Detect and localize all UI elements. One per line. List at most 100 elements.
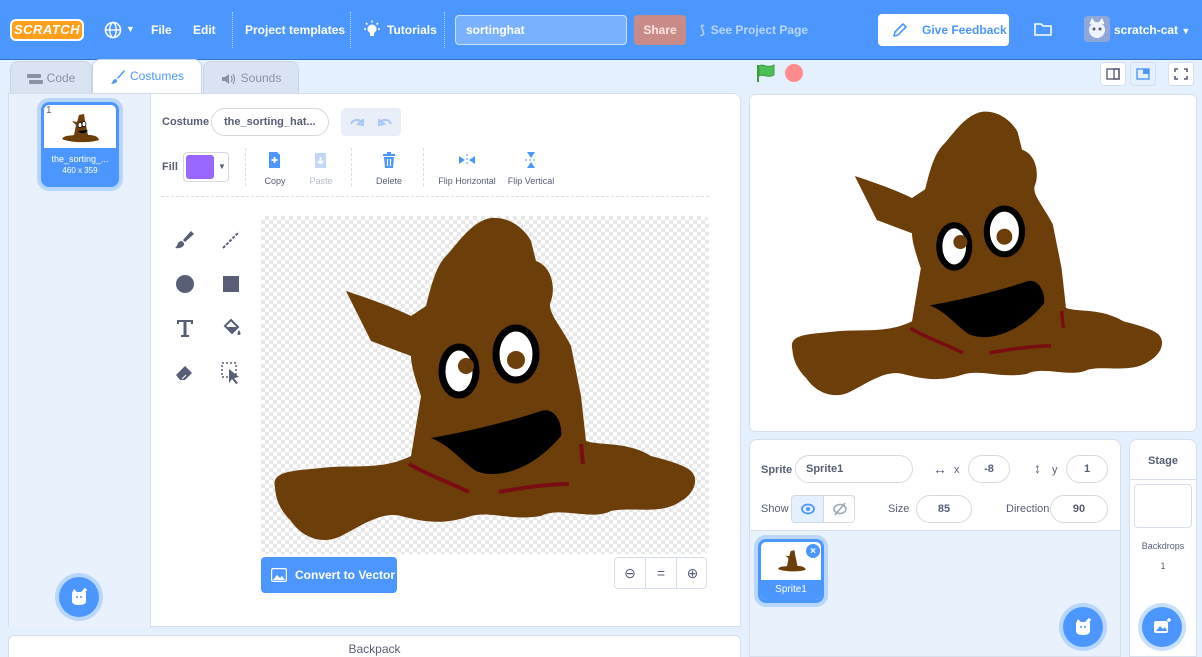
select-tool[interactable] [217, 358, 245, 386]
line-icon [222, 231, 240, 249]
zoom-reset-button[interactable]: = [646, 558, 677, 588]
username-label: scratch-cat [1114, 23, 1179, 37]
flip-vertical-label: Flip Vertical [507, 176, 555, 186]
size-label: Size [888, 503, 910, 515]
x-label: x [954, 464, 960, 476]
see-project-page-label: See Project Page [710, 23, 809, 37]
flip-horizontal-icon [459, 154, 475, 166]
paste-button[interactable]: Paste [304, 150, 338, 186]
brush-tool[interactable] [171, 226, 199, 254]
tab-costumes[interactable]: Costumes [92, 59, 202, 93]
fullscreen-button[interactable] [1168, 62, 1194, 86]
edit-menu[interactable]: Edit [193, 0, 216, 60]
rectangle-tool[interactable] [217, 270, 245, 298]
convert-to-vector-button[interactable]: Convert to Vector [261, 557, 397, 593]
convert-to-vector-label: Convert to Vector [295, 568, 396, 582]
copy-button[interactable]: Copy [258, 150, 292, 186]
costume-list: 1 the_sorting_... 460 x 359 [9, 94, 151, 628]
redo-button[interactable] [371, 108, 401, 136]
rectangle-icon [223, 276, 239, 292]
paint-bucket-icon [223, 318, 241, 335]
choose-backdrop-button[interactable] [1142, 607, 1182, 647]
tab-code-label: Code [46, 71, 76, 85]
direction-label: Direction [1006, 503, 1050, 515]
direction-input[interactable]: 90 [1050, 495, 1108, 523]
share-button[interactable]: Share [634, 15, 686, 45]
stop-icon[interactable] [785, 64, 803, 82]
sprite-label: Sprite [761, 464, 793, 476]
fill-tool[interactable] [217, 314, 245, 342]
fullscreen-icon [1174, 68, 1188, 80]
zoom-in-button[interactable]: ⊕ [677, 558, 708, 588]
brush-icon [110, 69, 125, 84]
trash-icon [383, 152, 395, 168]
choose-costume-button[interactable] [59, 577, 99, 617]
fill-color-swatch [186, 155, 214, 179]
flip-horizontal-label: Flip Horizontal [438, 176, 496, 186]
tab-code[interactable]: Code [10, 61, 92, 93]
sprite-tile-name: Sprite1 [761, 580, 821, 600]
cat-add-icon [1076, 618, 1091, 635]
see-project-page-button[interactable]: ⟆ See Project Page [700, 0, 808, 60]
see-page-icon: ⟆ [700, 23, 705, 37]
globe-icon[interactable] [104, 21, 122, 39]
circle-tool[interactable] [171, 270, 199, 298]
size-input[interactable]: 85 [916, 495, 972, 523]
costume-tile-info: the_sorting_... 460 x 359 [44, 148, 116, 184]
y-label: y [1052, 464, 1058, 476]
menu-bar: SCRATCH ▼ File Edit Project templates Tu… [0, 0, 1202, 60]
costume-name-input[interactable]: the_sorting_hat... [211, 108, 329, 136]
tab-sounds[interactable]: Sounds [203, 61, 299, 93]
line-tool[interactable] [217, 226, 245, 254]
avatar[interactable] [1084, 16, 1110, 42]
normal-stage-button[interactable] [1130, 62, 1156, 86]
eraser-icon [176, 366, 192, 380]
choose-sprite-button[interactable] [1063, 607, 1103, 647]
delete-button[interactable]: Delete [369, 150, 409, 186]
flip-horizontal-button[interactable]: Flip Horizontal [435, 150, 499, 186]
text-tool[interactable] [171, 314, 199, 342]
eye-hidden-icon [833, 502, 847, 516]
costume-tile-size: 460 x 359 [62, 166, 98, 175]
costume-editor: 1 the_sorting_... 460 x 359 Costume the_… [8, 93, 741, 628]
fill-label: Fill [162, 161, 178, 173]
zoom-out-button[interactable]: ⊖ [615, 558, 646, 588]
paint-canvas[interactable] [261, 216, 709, 554]
scratch-logo[interactable]: SCRATCH [10, 19, 84, 41]
redo-icon [378, 118, 392, 127]
fill-color-picker[interactable]: ▼ [183, 152, 229, 182]
tutorials-menu[interactable]: Tutorials [387, 0, 437, 60]
undo-button[interactable] [341, 108, 371, 136]
green-flag-icon[interactable] [755, 63, 777, 83]
delete-sprite-close-icon[interactable]: × [805, 543, 821, 559]
show-label: Show [761, 503, 789, 515]
normal-stage-icon [1136, 68, 1150, 80]
costume-number: 1 [46, 105, 52, 116]
eraser-tool[interactable] [171, 358, 199, 386]
project-templates-menu[interactable]: Project templates [245, 0, 345, 60]
costume-tile[interactable]: 1 the_sorting_... 460 x 359 [41, 102, 119, 187]
y-arrows-icon: ↕ [1034, 460, 1041, 476]
eye-icon [801, 503, 815, 515]
small-stage-button[interactable] [1100, 62, 1126, 86]
stage-sprite-hat [791, 111, 1163, 396]
text-icon [177, 320, 193, 337]
project-title-input[interactable]: sortinghat [455, 15, 627, 45]
sprite-name-input[interactable]: Sprite1 [795, 455, 913, 483]
y-position-input[interactable]: 1 [1066, 455, 1108, 483]
language-caret-icon[interactable]: ▼ [126, 24, 135, 34]
flip-vertical-button[interactable]: Flip Vertical [505, 150, 557, 186]
hide-button[interactable] [824, 496, 856, 522]
pencil-icon [893, 23, 907, 37]
backpack[interactable]: Backpack [8, 635, 741, 657]
stage[interactable] [749, 94, 1197, 432]
menu-divider [350, 12, 351, 48]
my-stuff-folder-icon[interactable] [1034, 21, 1052, 37]
give-feedback-button[interactable]: Give Feedback [878, 14, 1009, 46]
show-button[interactable] [792, 496, 824, 522]
x-position-input[interactable]: -8 [968, 455, 1010, 483]
toolbar-divider [351, 148, 352, 186]
give-feedback-label: Give Feedback [922, 23, 1007, 37]
account-menu[interactable]: scratch-cat ▼ [1114, 0, 1190, 60]
file-menu[interactable]: File [151, 0, 172, 60]
